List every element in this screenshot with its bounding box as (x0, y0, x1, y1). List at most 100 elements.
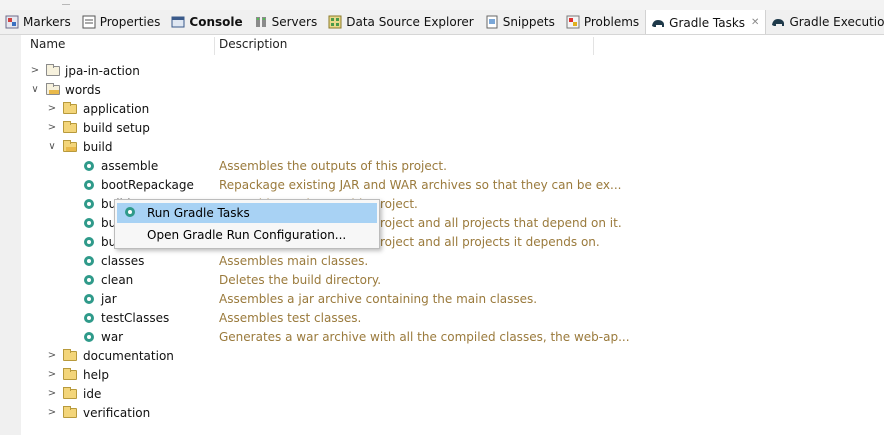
column-header-description[interactable]: Description (219, 37, 287, 51)
tab-problems[interactable]: Problems (561, 10, 645, 34)
gradle-task-gear-icon (82, 159, 97, 173)
tab-gradle-tasks[interactable]: Gradle Tasks ✕ (645, 10, 767, 34)
top-fragment (62, 0, 70, 5)
context-menu: Run Gradle Tasks Open Gradle Run Configu… (114, 199, 380, 249)
tab-servers[interactable]: Servers (249, 10, 324, 34)
snippets-icon (485, 15, 499, 29)
tab-label: Markers (23, 15, 71, 29)
task-name: testClasses (101, 311, 170, 325)
markers-icon (5, 15, 19, 29)
gradle-elephant-icon (771, 15, 785, 29)
tab-label: Snippets (502, 15, 555, 29)
tab-snippets[interactable]: Snippets (480, 10, 561, 34)
tree-column-headers: Name Description (21, 35, 884, 55)
tab-label: Data Source Explorer (346, 15, 474, 29)
tab-console[interactable]: Console (166, 10, 248, 34)
tree-item-label: words (65, 83, 101, 97)
tree-item-label: build setup (83, 121, 150, 135)
chevron-right-icon[interactable]: > (47, 387, 57, 401)
tab-label: Problems (583, 15, 640, 29)
task-group-folder-icon (63, 406, 78, 420)
tab-label: Gradle Executions (789, 15, 884, 29)
task-name: bootRepackage (101, 178, 194, 192)
task-name: jar (101, 292, 117, 306)
tree-item-label: documentation (83, 349, 174, 363)
tree-row-task[interactable]: jar Assembles a jar archive containing t… (21, 290, 884, 309)
chevron-right-icon[interactable]: > (47, 121, 57, 135)
problems-icon (566, 15, 580, 29)
tree-row-project[interactable]: ∨ words (21, 81, 884, 100)
gradle-elephant-icon (651, 16, 665, 30)
menu-item-label: Open Gradle Run Configuration... (147, 228, 347, 242)
column-separator[interactable] (214, 37, 215, 55)
gradle-task-gear-icon (82, 273, 97, 287)
column-separator[interactable] (593, 37, 594, 55)
tab-markers[interactable]: Markers (0, 10, 77, 34)
menu-item-run-gradle-tasks[interactable]: Run Gradle Tasks (117, 203, 377, 223)
chevron-right-icon[interactable]: > (47, 368, 57, 382)
tree-row-task[interactable]: assemble Assembles the outputs of this p… (21, 157, 884, 176)
chevron-right-icon[interactable]: > (47, 406, 57, 420)
task-description: Assembles test classes. (219, 311, 362, 325)
tree-row-task[interactable]: clean Deletes the build directory. (21, 271, 884, 290)
task-description: Deletes the build directory. (219, 273, 382, 287)
tree-row-group[interactable]: > ide (21, 385, 884, 404)
gradle-task-gear-icon (82, 216, 97, 230)
column-header-name[interactable]: Name (30, 37, 65, 51)
tree-row-project[interactable]: > jpa-in-action (21, 62, 884, 81)
task-group-folder-icon (63, 121, 78, 135)
task-description: Assembles a jar archive containing the m… (219, 292, 538, 306)
chevron-right-icon[interactable]: > (47, 102, 57, 116)
task-description: Repackage existing JAR and WAR archives … (219, 178, 622, 192)
gradle-task-gear-icon (82, 178, 97, 192)
tab-gradle-executions[interactable]: Gradle Executions (766, 10, 884, 34)
view-tab-bar: Markers Properties Console Servers Data … (0, 10, 884, 35)
tree-row-group[interactable]: > application (21, 100, 884, 119)
tree-item-label: verification (83, 406, 151, 420)
gradle-task-gear-icon (82, 235, 97, 249)
tree-row-task[interactable]: testClasses Assembles test classes. (21, 309, 884, 328)
project-folder-icon (46, 83, 61, 97)
task-name: war (101, 330, 124, 344)
tab-label: Gradle Tasks (669, 15, 746, 30)
task-group-folder-icon (63, 387, 78, 401)
tree-item-label: build (83, 140, 113, 154)
console-icon (171, 15, 185, 29)
tree-row-task[interactable]: war Generates a war archive with all the… (21, 328, 884, 347)
gradle-task-gear-icon (82, 254, 97, 268)
task-group-folder-icon (63, 368, 78, 382)
gradle-task-gear-icon (82, 311, 97, 325)
tree-row-group[interactable]: > build setup (21, 119, 884, 138)
tree-item-label: jpa-in-action (65, 64, 140, 78)
tab-label: Console (189, 15, 243, 29)
servers-icon (254, 15, 268, 29)
window-top-strip (0, 0, 884, 10)
tab-label: Properties (99, 15, 161, 29)
chevron-right-icon[interactable]: > (30, 64, 40, 78)
task-description: Assembles the outputs of this project. (219, 159, 447, 173)
chevron-down-icon[interactable]: ∨ (30, 83, 40, 97)
menu-item-label: Run Gradle Tasks (147, 206, 250, 220)
tree-row-task[interactable]: bootRepackage Repackage existing JAR and… (21, 176, 884, 195)
gradle-task-gear-icon (82, 197, 97, 211)
task-group-folder-icon (63, 349, 78, 363)
gradle-task-gear-icon (82, 330, 97, 344)
task-name: classes (101, 254, 145, 268)
tree-row-group[interactable]: ∨ build (21, 138, 884, 157)
data-source-icon (328, 15, 342, 29)
task-description: Generates a war archive with all the com… (219, 330, 630, 344)
tab-properties[interactable]: Properties (77, 10, 167, 34)
menu-item-open-run-configuration[interactable]: Open Gradle Run Configuration... (117, 225, 377, 245)
tree-row-group[interactable]: > verification (21, 404, 884, 423)
tree-row-group[interactable]: > documentation (21, 347, 884, 366)
chevron-right-icon[interactable]: > (47, 349, 57, 363)
task-group-folder-icon (63, 102, 78, 116)
tree-row-group[interactable]: > help (21, 366, 884, 385)
tab-label: Servers (271, 15, 318, 29)
close-icon[interactable]: ✕ (751, 17, 759, 28)
tab-data-source-explorer[interactable]: Data Source Explorer (323, 10, 479, 34)
task-name: assemble (101, 159, 159, 173)
tree-item-label: ide (83, 387, 102, 401)
chevron-down-icon[interactable]: ∨ (47, 140, 57, 154)
tree-row-task[interactable]: classes Assembles main classes. (21, 252, 884, 271)
